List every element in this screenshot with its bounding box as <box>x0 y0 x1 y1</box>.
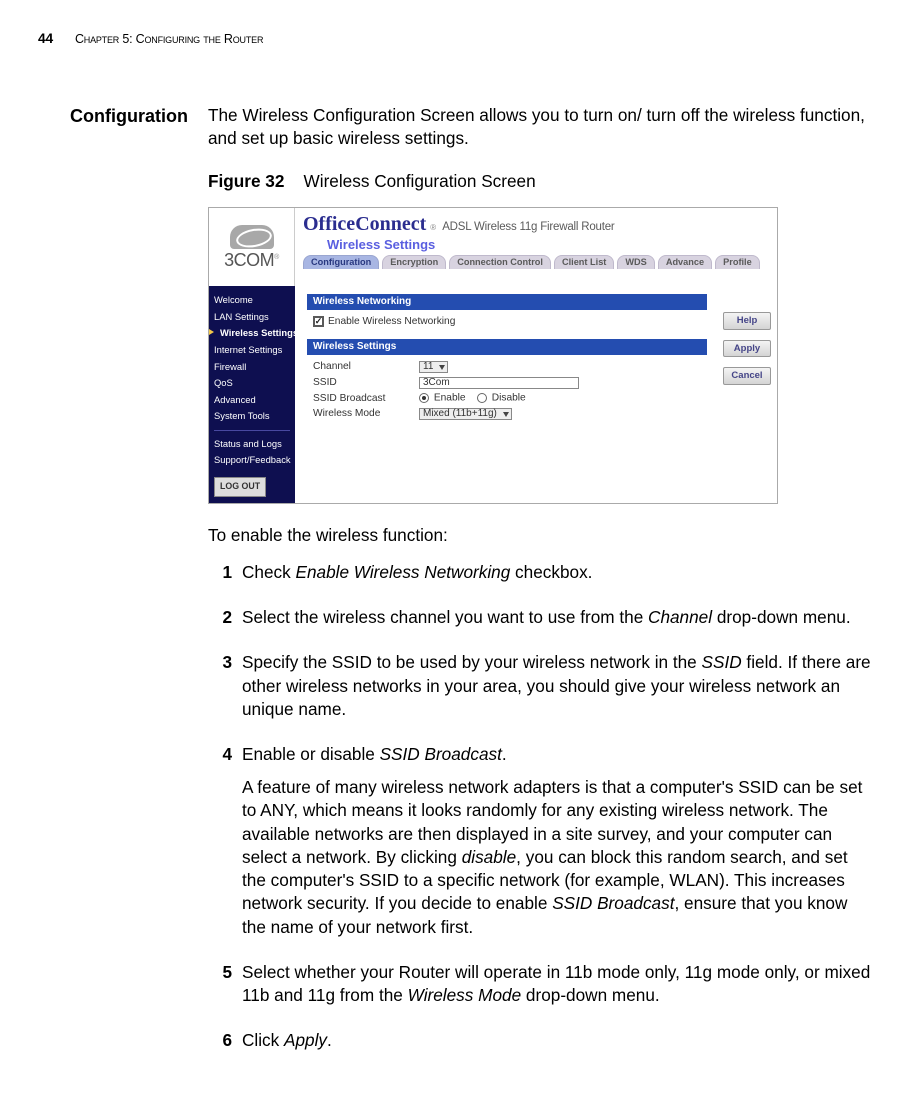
wireless-mode-label: Wireless Mode <box>313 409 419 419</box>
step-4: Enable or disable SSID Broadcast.A featu… <box>208 743 876 949</box>
help-button[interactable]: Help <box>723 312 771 330</box>
figure-title: Wireless Configuration Screen <box>304 171 536 191</box>
sidebar-item-qos[interactable]: QoS <box>214 375 290 392</box>
ssid-broadcast-label: SSID Broadcast <box>313 394 419 404</box>
brand-logo: 3COM® <box>209 208 295 286</box>
sidebar: WelcomeLAN SettingsWireless SettingsInte… <box>209 286 295 502</box>
sidebar-item-welcome[interactable]: Welcome <box>214 292 290 309</box>
apply-button[interactable]: Apply <box>723 340 771 358</box>
step-3: Specify the SSID to be used by your wire… <box>208 651 876 731</box>
sidebar-item-status-and-logs[interactable]: Status and Logs <box>214 436 290 453</box>
tab-profile[interactable]: Profile <box>715 255 760 269</box>
tab-encryption[interactable]: Encryption <box>382 255 446 269</box>
sidebar-item-lan-settings[interactable]: LAN Settings <box>214 309 290 326</box>
step-2: Select the wireless channel you want to … <box>208 606 876 639</box>
sidebar-item-advanced[interactable]: Advanced <box>214 392 290 409</box>
ssid-label: SSID <box>313 378 419 388</box>
step-6: Click Apply. <box>208 1029 876 1062</box>
step-1: Check Enable Wireless Networking checkbo… <box>208 561 876 594</box>
section-heading: Configuration <box>38 104 208 1075</box>
enable-wireless-label: Enable Wireless Networking <box>328 317 455 327</box>
logo-swirl-icon <box>230 225 274 249</box>
tab-configuration[interactable]: Configuration <box>303 255 379 269</box>
wireless-mode-select[interactable]: Mixed (11b+11g) <box>419 408 512 420</box>
router-screenshot: 3COM® OfficeConnect® ADSL Wireless 11g F… <box>208 207 778 503</box>
tab-wds[interactable]: WDS <box>617 255 654 269</box>
channel-label: Channel <box>313 362 419 372</box>
product-title: OfficeConnect® ADSL Wireless 11g Firewal… <box>303 214 769 234</box>
enable-wireless-checkbox[interactable]: ✓ <box>313 316 324 327</box>
page-header: 44 Chapter 5: Configuring the Router <box>38 30 876 49</box>
ssid-input[interactable]: 3Com <box>419 377 579 389</box>
tab-advance[interactable]: Advance <box>658 255 712 269</box>
steps-list: Check Enable Wireless Networking checkbo… <box>208 561 876 1063</box>
section-wireless-settings: Wireless Settings <box>307 339 707 355</box>
logout-button[interactable]: LOG OUT <box>214 477 266 497</box>
lead-sentence: To enable the wireless function: <box>208 524 876 547</box>
step-5: Select whether your Router will operate … <box>208 961 876 1017</box>
ssid-broadcast-enable-radio[interactable] <box>419 393 429 403</box>
sidebar-item-system-tools[interactable]: System Tools <box>214 408 290 425</box>
section-wireless-networking: Wireless Networking <box>307 294 707 310</box>
sidebar-item-wireless-settings[interactable]: Wireless Settings <box>214 325 290 342</box>
chapter-title: Chapter 5: Configuring the Router <box>75 31 263 48</box>
intro-paragraph: The Wireless Configuration Screen allows… <box>208 104 876 150</box>
channel-select[interactable]: 11 <box>419 361 448 373</box>
screen-subtitle: Wireless Settings <box>327 238 769 251</box>
tab-connection-control[interactable]: Connection Control <box>449 255 551 269</box>
sidebar-item-firewall[interactable]: Firewall <box>214 359 290 376</box>
page-number: 44 <box>38 30 53 49</box>
cancel-button[interactable]: Cancel <box>723 367 771 385</box>
sidebar-item-internet-settings[interactable]: Internet Settings <box>214 342 290 359</box>
main-panel: Wireless Networking ✓ Enable Wireless Ne… <box>295 286 717 502</box>
tab-client-list[interactable]: Client List <box>554 255 614 269</box>
ssid-broadcast-disable-radio[interactable] <box>477 393 487 403</box>
sidebar-item-support-feedback[interactable]: Support/Feedback <box>214 452 290 469</box>
figure-label: Figure 32 <box>208 171 284 191</box>
figure-caption: Figure 32 Wireless Configuration Screen <box>208 170 876 193</box>
